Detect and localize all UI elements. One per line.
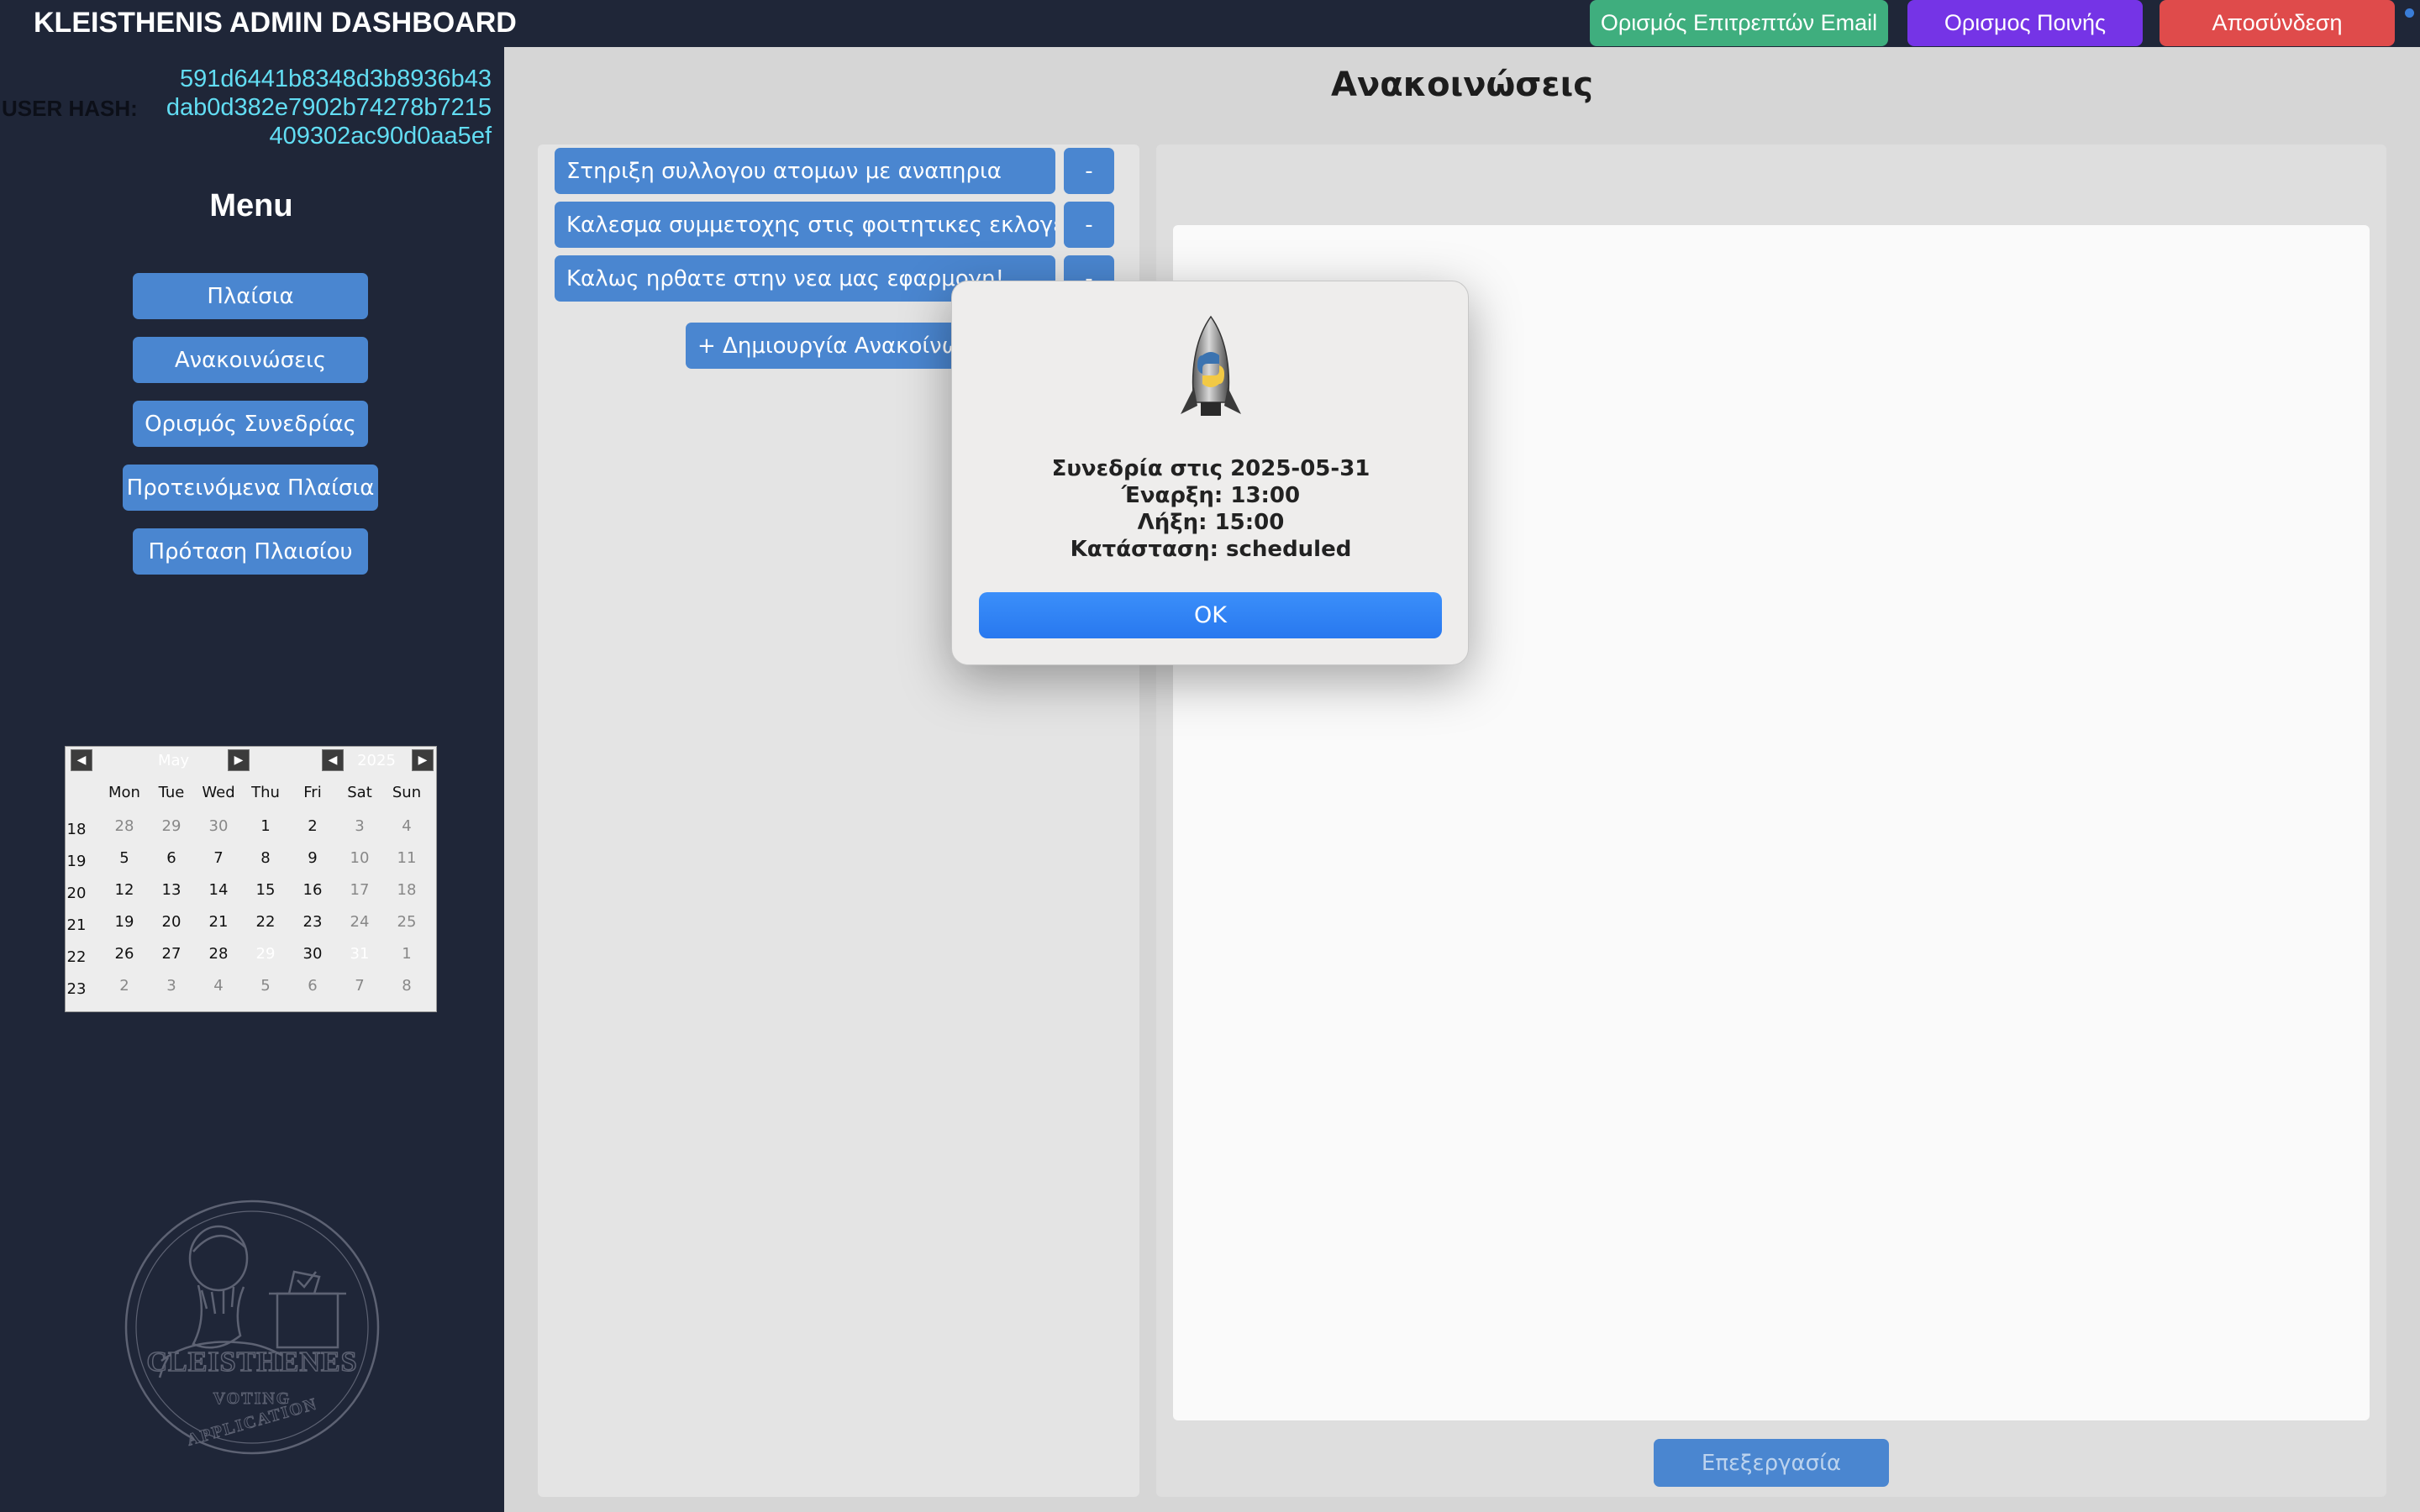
user-hash-line: dab0d382e7902b74278b7215	[166, 94, 492, 121]
calendar-weekday: Wed	[202, 784, 235, 801]
next-month-icon[interactable]: ▶	[228, 749, 250, 771]
calendar-day[interactable]: 30	[195, 817, 242, 835]
calendar-week-number: 23	[66, 980, 87, 998]
logout-button[interactable]: Αποσύνδεση	[2160, 0, 2395, 46]
calendar-weekday: Thu	[251, 784, 280, 801]
menu-item-set-session[interactable]: Ορισμός Συνεδρίας	[133, 401, 368, 447]
calendar-day[interactable]: 8	[242, 849, 289, 867]
calendar-day[interactable]: 23	[289, 913, 336, 931]
calendar-day[interactable]: 5	[242, 977, 289, 995]
create-announcement-button[interactable]: + Δημιουργία Ανακοίνωσης	[686, 323, 963, 369]
app-title: KLEISTHENIS ADMIN DASHBOARD	[34, 7, 517, 39]
calendar-day[interactable]: 4	[383, 817, 430, 835]
calendar-day[interactable]: 31	[336, 945, 383, 963]
calendar-day[interactable]: 26	[101, 945, 148, 963]
calendar-weekday: Sat	[347, 784, 372, 801]
calendar-day[interactable]: 28	[195, 945, 242, 963]
calendar-weekday: Tue	[158, 784, 185, 801]
calendar-week-number: 20	[66, 885, 87, 902]
menu-item-frameworks[interactable]: Πλαίσια	[133, 273, 368, 319]
calendar-day[interactable]: 3	[148, 977, 195, 995]
prev-month-icon[interactable]: ◀	[71, 749, 92, 771]
calendar-week-number: 22	[66, 948, 87, 966]
dialog-status: Κατάσταση: scheduled	[1070, 537, 1352, 562]
menu-title: Menu	[209, 188, 293, 223]
calendar-day[interactable]: 19	[101, 913, 148, 931]
calendar-year[interactable]: 2025	[339, 752, 414, 769]
user-hash-line: 591d6441b8348d3b8936b43	[180, 66, 492, 92]
calendar-day[interactable]: 6	[148, 849, 195, 867]
calendar-week-number: 18	[66, 821, 87, 838]
edit-button[interactable]: Επεξεργασία	[1654, 1439, 1889, 1487]
calendar-day[interactable]: 1	[242, 817, 289, 835]
calendar-day[interactable]: 13	[148, 881, 195, 899]
session-info-dialog: Συνεδρία στις 2025-05-31 Έναρξη: 13:00 Λ…	[951, 281, 1469, 665]
calendar-day[interactable]: 12	[101, 881, 148, 899]
calendar-header: ◀ May ▶ ◀ 2025 ▶	[66, 747, 436, 772]
calendar-day[interactable]: 22	[242, 913, 289, 931]
calendar-day[interactable]: 20	[148, 913, 195, 931]
announcement-item[interactable]: Στηριξη συλλογου ατομων με αναπηρια	[555, 148, 1055, 194]
calendar-day[interactable]: 30	[289, 945, 336, 963]
user-hash-line: 409302ac90d0aa5ef	[269, 123, 492, 150]
menu-item-propose-framework[interactable]: Πρόταση Πλαισίου	[133, 528, 368, 575]
ok-button[interactable]: OK	[979, 592, 1442, 638]
calendar-day[interactable]: 28	[101, 817, 148, 835]
calendar-weekday: Sun	[392, 784, 422, 801]
logo-wordmark: CLEISTHENES	[146, 1346, 358, 1378]
next-year-icon[interactable]: ▶	[412, 749, 434, 771]
calendar: ◀ May ▶ ◀ 2025 ▶ Mon Tue Wed Thu Fri Sat Sun 18…	[65, 746, 437, 1012]
calendar-day[interactable]: 15	[242, 881, 289, 899]
announcement-item[interactable]: Καλεσμα συμμετοχης στις φοιτητικες εκλογ…	[555, 202, 1055, 248]
calendar-day[interactable]: 14	[195, 881, 242, 899]
status-dot	[2405, 8, 2414, 18]
calendar-day[interactable]: 1	[383, 945, 430, 963]
calendar-day[interactable]: 9	[289, 849, 336, 867]
calendar-day[interactable]: 6	[289, 977, 336, 995]
calendar-day[interactable]: 17	[336, 881, 383, 899]
dialog-session-date: Συνεδρία στις 2025-05-31	[1051, 456, 1370, 481]
page-title: Ανακοινώσεις	[1331, 66, 1593, 104]
calendar-day[interactable]: 27	[148, 945, 195, 963]
calendar-day[interactable]: 3	[336, 817, 383, 835]
calendar-day[interactable]: 5	[101, 849, 148, 867]
calendar-day[interactable]: 21	[195, 913, 242, 931]
calendar-day[interactable]: 24	[336, 913, 383, 931]
top-bar: KLEISTHENIS ADMIN DASHBOARD Ορισμός Επιτ…	[0, 0, 2420, 47]
calendar-day[interactable]: 29	[242, 945, 289, 963]
calendar-day[interactable]: 11	[383, 849, 430, 867]
calendar-day[interactable]: 8	[383, 977, 430, 995]
calendar-day[interactable]: 4	[195, 977, 242, 995]
menu-item-proposed-frameworks[interactable]: Προτεινόμενα Πλαίσια	[123, 465, 378, 511]
delete-announcement-button[interactable]: -	[1064, 202, 1114, 248]
calendar-day[interactable]: 7	[195, 849, 242, 867]
calendar-week-number: 19	[66, 853, 87, 870]
set-penalty-button[interactable]: Ορισμος Ποινής	[1907, 0, 2143, 46]
allowed-emails-button[interactable]: Ορισμός Επιτρεπτών Email	[1590, 0, 1888, 46]
calendar-day[interactable]: 18	[383, 881, 430, 899]
python-rocket-icon	[1181, 315, 1241, 416]
calendar-weekday: Mon	[108, 784, 140, 801]
calendar-week-number: 21	[66, 916, 87, 934]
delete-announcement-button[interactable]: -	[1064, 148, 1114, 194]
calendar-day[interactable]: 10	[336, 849, 383, 867]
calendar-day[interactable]: 25	[383, 913, 430, 931]
dialog-start-time: Έναρξη: 13:00	[1121, 483, 1301, 508]
calendar-day[interactable]: 2	[289, 817, 336, 835]
calendar-weekday: Fri	[303, 784, 322, 801]
calendar-day[interactable]: 29	[148, 817, 195, 835]
calendar-day[interactable]: 16	[289, 881, 336, 899]
menu-item-announcements[interactable]: Ανακοινώσεις	[133, 337, 368, 383]
calendar-day[interactable]: 2	[101, 977, 148, 995]
dialog-end-time: Λήξη: 15:00	[1137, 510, 1285, 535]
calendar-day[interactable]: 7	[336, 977, 383, 995]
